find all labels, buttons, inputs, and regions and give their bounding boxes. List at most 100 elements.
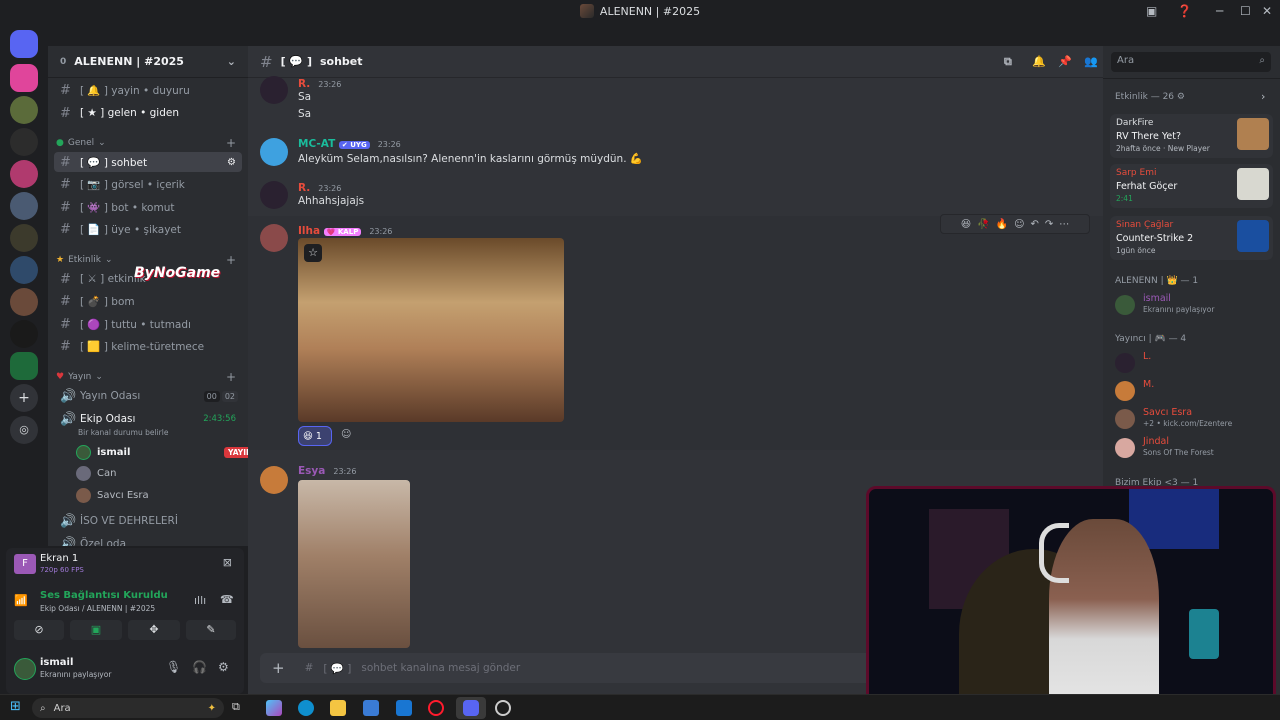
add-server-icon[interactable]: +: [10, 384, 38, 412]
server-icon-watch[interactable]: [10, 128, 38, 156]
gear-icon[interactable]: ⚙: [218, 660, 229, 674]
reaction-emoji-icon[interactable]: 🔥: [996, 219, 1008, 230]
member-item[interactable]: M.: [1115, 379, 1275, 403]
server-icon-20[interactable]: [10, 320, 38, 348]
add-channel-icon[interactable]: +: [226, 370, 236, 384]
channel-kelime-turetmece[interactable]: #[ 🟨 ] kelime-türetmece: [54, 336, 242, 356]
voice-channel-ozel-oda[interactable]: 🔊 Özel oda: [54, 534, 242, 547]
member-item[interactable]: L.: [1115, 351, 1275, 375]
channel-bom[interactable]: #[ 💣 ] bom: [54, 291, 242, 311]
pin-icon[interactable]: 📌: [1058, 55, 1072, 68]
message-author[interactable]: R. 23:26: [298, 78, 341, 90]
channel-tuttu-tutmadi[interactable]: #[ 🟣 ] tuttu • tutmadı: [54, 314, 242, 334]
voice-user-ismail[interactable]: ismailYAYINDA: [76, 442, 248, 462]
noise-suppression-icon[interactable]: ıllı: [194, 594, 206, 607]
server-icon-1[interactable]: [10, 64, 38, 92]
inbox-icon[interactable]: ▣: [1146, 0, 1157, 22]
maximize-button[interactable]: ☐: [1240, 0, 1251, 22]
server-icon-5[interactable]: [10, 224, 38, 252]
reaction-emoji-icon[interactable]: 😆: [961, 219, 971, 230]
minimize-button[interactable]: ─: [1216, 0, 1223, 22]
screen-share-button[interactable]: ▣: [70, 620, 122, 640]
add-attachment-icon[interactable]: +: [272, 659, 285, 677]
headphones-icon[interactable]: 🎧: [192, 660, 207, 674]
member-item[interactable]: ismail Ekranını paylaşıyor: [1115, 293, 1275, 317]
message-author[interactable]: MC-AT ✔ UYG 23:26: [298, 138, 401, 150]
avatar[interactable]: [260, 181, 288, 209]
avatar[interactable]: [14, 658, 36, 680]
mail-icon[interactable]: [396, 700, 412, 716]
gif-image[interactable]: ☆: [298, 238, 564, 422]
message-author[interactable]: Ilha 💗 KALP 23:26: [298, 225, 392, 237]
activity-card[interactable]: Sinan Çağlar Counter-Strike 2 1gün önce: [1110, 216, 1273, 260]
windows-start-icon[interactable]: ⊞: [10, 699, 21, 714]
avatar[interactable]: [260, 138, 288, 166]
bell-icon[interactable]: 🔔: [1032, 55, 1046, 68]
reaction-pill[interactable]: 😆 1: [298, 426, 332, 446]
voice-connected-title[interactable]: Ses Bağlantısı Kuruldu: [40, 590, 168, 601]
obs-icon[interactable]: [495, 700, 511, 716]
soundboard-button[interactable]: ✎: [186, 620, 236, 640]
add-channel-icon[interactable]: +: [226, 253, 236, 267]
settings-icon[interactable]: ⚙: [227, 157, 236, 168]
voice-user-can[interactable]: Can: [76, 463, 116, 483]
server-icon-4[interactable]: [10, 192, 38, 220]
member-item[interactable]: Savcı Esra +2 • kick.com/Ezentere: [1115, 407, 1275, 431]
favorite-star-icon[interactable]: ☆: [304, 244, 322, 262]
server-icon-7[interactable]: [10, 288, 38, 316]
chevron-right-icon[interactable]: ›: [1261, 90, 1265, 103]
copilot-icon[interactable]: [266, 700, 282, 716]
edge-icon[interactable]: [298, 700, 314, 716]
more-icon[interactable]: ⋯: [1059, 219, 1069, 230]
reply-icon[interactable]: ↶: [1031, 219, 1039, 230]
search-input[interactable]: Ara ⌕: [1111, 52, 1271, 72]
channel-status[interactable]: Bir kanal durumu belirle: [78, 428, 168, 437]
threads-icon[interactable]: ⧉: [1004, 55, 1012, 69]
opera-icon[interactable]: [428, 700, 444, 716]
discord-icon[interactable]: [463, 700, 479, 716]
voice-user-savci-esra[interactable]: Savcı Esra: [76, 485, 149, 505]
category-yayin[interactable]: ♥ Yayın ⌄ +: [56, 369, 242, 385]
store-icon[interactable]: [363, 700, 379, 716]
category-genel[interactable]: ● Genel ⌄ +: [56, 135, 242, 151]
channel-gelen-giden[interactable]: #[ ★ ] gelen • giden: [54, 103, 242, 123]
message-author[interactable]: Esya 23:26: [298, 465, 356, 477]
add-channel-icon[interactable]: +: [226, 136, 236, 150]
camera-off-button[interactable]: ⊘: [14, 620, 64, 640]
server-icon-6[interactable]: [10, 256, 38, 284]
add-reaction-icon[interactable]: ☺: [341, 429, 351, 440]
server-icon-2[interactable]: [10, 96, 38, 124]
disconnect-icon[interactable]: ☎: [220, 593, 234, 606]
chevron-down-icon[interactable]: ⌄: [227, 55, 236, 68]
add-reaction-icon[interactable]: ☺: [1014, 219, 1024, 230]
stop-stream-icon[interactable]: ⊠: [223, 556, 232, 569]
taskbar-search[interactable]: ⌕ Ara ✦: [32, 698, 224, 718]
microphone-icon[interactable]: 🎙: [166, 660, 181, 674]
discord-home-icon[interactable]: [10, 30, 38, 58]
voice-channel-iso[interactable]: 🔊 İSO VE DEHRELERİ: [54, 511, 242, 531]
file-explorer-icon[interactable]: [330, 700, 346, 716]
cat-image[interactable]: [298, 480, 410, 648]
help-icon[interactable]: ❓: [1177, 0, 1192, 22]
member-item[interactable]: Jindal Sons Of The Forest: [1115, 436, 1275, 460]
avatar[interactable]: [260, 224, 288, 252]
channel-sohbet[interactable]: #[ 💬 ] sohbet ⚙: [54, 152, 242, 172]
task-view-icon[interactable]: ⧉: [232, 700, 248, 716]
close-window-button[interactable]: ✕: [1262, 0, 1272, 22]
server-icon-3[interactable]: [10, 160, 38, 188]
activity-card[interactable]: DarkFire RV There Yet? 2hafta önce · New…: [1110, 114, 1273, 158]
reaction-emoji-icon[interactable]: 🥀: [977, 219, 989, 230]
channel-bot-komut[interactable]: #[ 👾 ] bot • komut: [54, 197, 242, 217]
members-icon[interactable]: 👥: [1084, 55, 1098, 68]
channel-yayin-duyuru[interactable]: #[ 🔔 ] yayin • duyuru: [54, 80, 242, 100]
voice-channel-ekip-odasi[interactable]: 🔊 Ekip Odası 2:43:56: [54, 409, 242, 429]
voice-channel-yayin-odasi[interactable]: 🔊 Yayın Odası 00 02: [54, 386, 242, 406]
discover-icon[interactable]: ◎: [10, 416, 38, 444]
forward-icon[interactable]: ↷: [1045, 219, 1053, 230]
avatar[interactable]: [260, 466, 288, 494]
activities-button[interactable]: ✥: [128, 620, 180, 640]
activity-card[interactable]: Sarp Emi Ferhat Göçer 2:41: [1110, 164, 1273, 208]
server-icon-alenenn[interactable]: [10, 352, 38, 380]
channel-gorsel-icerik[interactable]: #[ 📷 ] görsel • içerik: [54, 174, 242, 194]
avatar[interactable]: [260, 76, 288, 104]
